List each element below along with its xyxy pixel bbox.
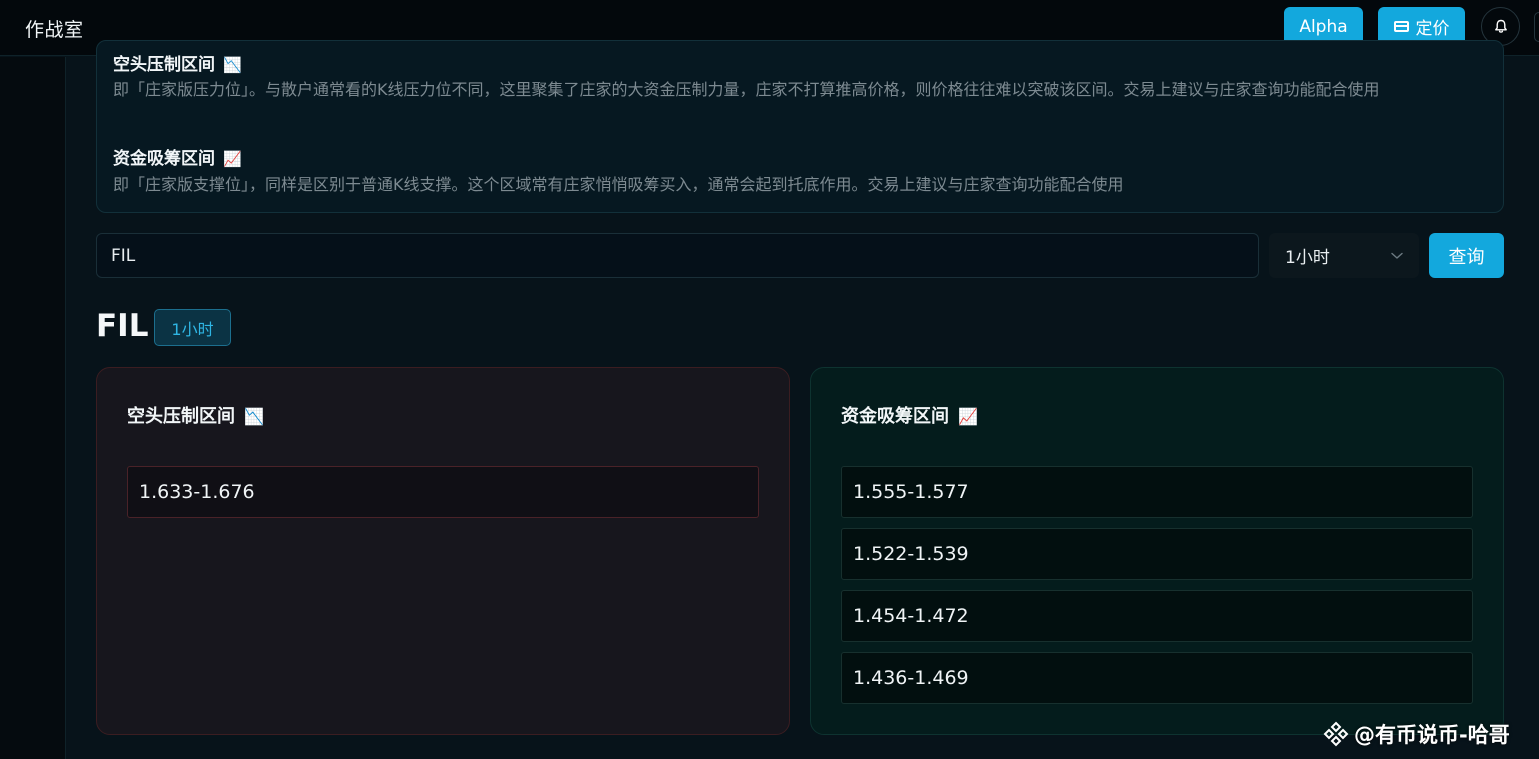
short-zone-title: 空头压制区间 📉 xyxy=(127,402,264,428)
support-zone-heading: 资金吸筹区间 📈 xyxy=(113,144,242,169)
long-zone-range: 1.522-1.539 xyxy=(841,528,1473,580)
query-button[interactable]: 查询 xyxy=(1429,233,1504,278)
short-pressure-zone-card: 空头压制区间 📉 1.633-1.676 xyxy=(96,367,790,735)
long-zone-range: 1.454-1.472 xyxy=(841,590,1473,642)
pressure-zone-description: 即「庄家版压力位」。与散户通常看的K线压力位不同，这里聚集了庄家的大资金压制力量… xyxy=(113,80,1380,99)
short-zone-title-text: 空头压制区间 xyxy=(127,406,235,427)
pricing-button-label: 定价 xyxy=(1415,19,1450,39)
zone-explanation-box: 空头压制区间 📉 即「庄家版压力位」。与散户通常看的K线压力位不同，这里聚集了庄家… xyxy=(96,40,1504,213)
result-symbol: FIL xyxy=(96,308,149,344)
symbol-search-input[interactable] xyxy=(96,233,1259,278)
long-zone-title: 资金吸筹区间 📈 xyxy=(841,402,978,428)
bell-icon xyxy=(1494,19,1507,33)
capital-accumulation-zone-card: 资金吸筹区间 📈 1.555-1.577 1.522-1.539 1.454-1.… xyxy=(810,367,1504,735)
chart-increasing-icon: 📈 xyxy=(958,407,978,426)
interval-badge: 1小时 xyxy=(154,309,231,346)
query-button-label: 查询 xyxy=(1448,246,1485,268)
interval-select[interactable]: 1小时 xyxy=(1269,233,1419,278)
credit-card-icon xyxy=(1393,21,1409,32)
long-zone-range: 1.436-1.469 xyxy=(841,652,1473,704)
pressure-zone-heading-text: 空头压制区间 xyxy=(113,55,215,75)
watermark: @有币说币-哈哥 xyxy=(1322,716,1510,752)
alpha-button-label: Alpha xyxy=(1299,16,1348,37)
long-zone-title-text: 资金吸筹区间 xyxy=(841,406,949,427)
pressure-zone-heading: 空头压制区间 📉 xyxy=(113,50,242,75)
interval-select-value: 1小时 xyxy=(1285,248,1330,268)
exchange-logo-icon xyxy=(1323,721,1349,747)
short-zone-range: 1.633-1.676 xyxy=(127,466,759,518)
chart-increasing-icon: 📈 xyxy=(223,150,242,168)
avatar-button[interactable] xyxy=(1534,12,1539,42)
support-zone-heading-text: 资金吸筹区间 xyxy=(113,149,215,169)
chart-decreasing-icon: 📉 xyxy=(223,56,242,74)
chevron-down-icon xyxy=(1391,252,1403,259)
chart-decreasing-icon: 📉 xyxy=(244,407,264,426)
long-zone-range: 1.555-1.577 xyxy=(841,466,1473,518)
support-zone-description: 即「庄家版支撑位」，同样是区别于普通K线支撑。这个区域常有庄家悄悄吸筹买入，通常… xyxy=(113,175,1124,194)
app-title: 作战室 xyxy=(25,19,84,41)
watermark-text: @有币说币-哈哥 xyxy=(1354,723,1510,747)
left-sidebar xyxy=(0,57,66,759)
